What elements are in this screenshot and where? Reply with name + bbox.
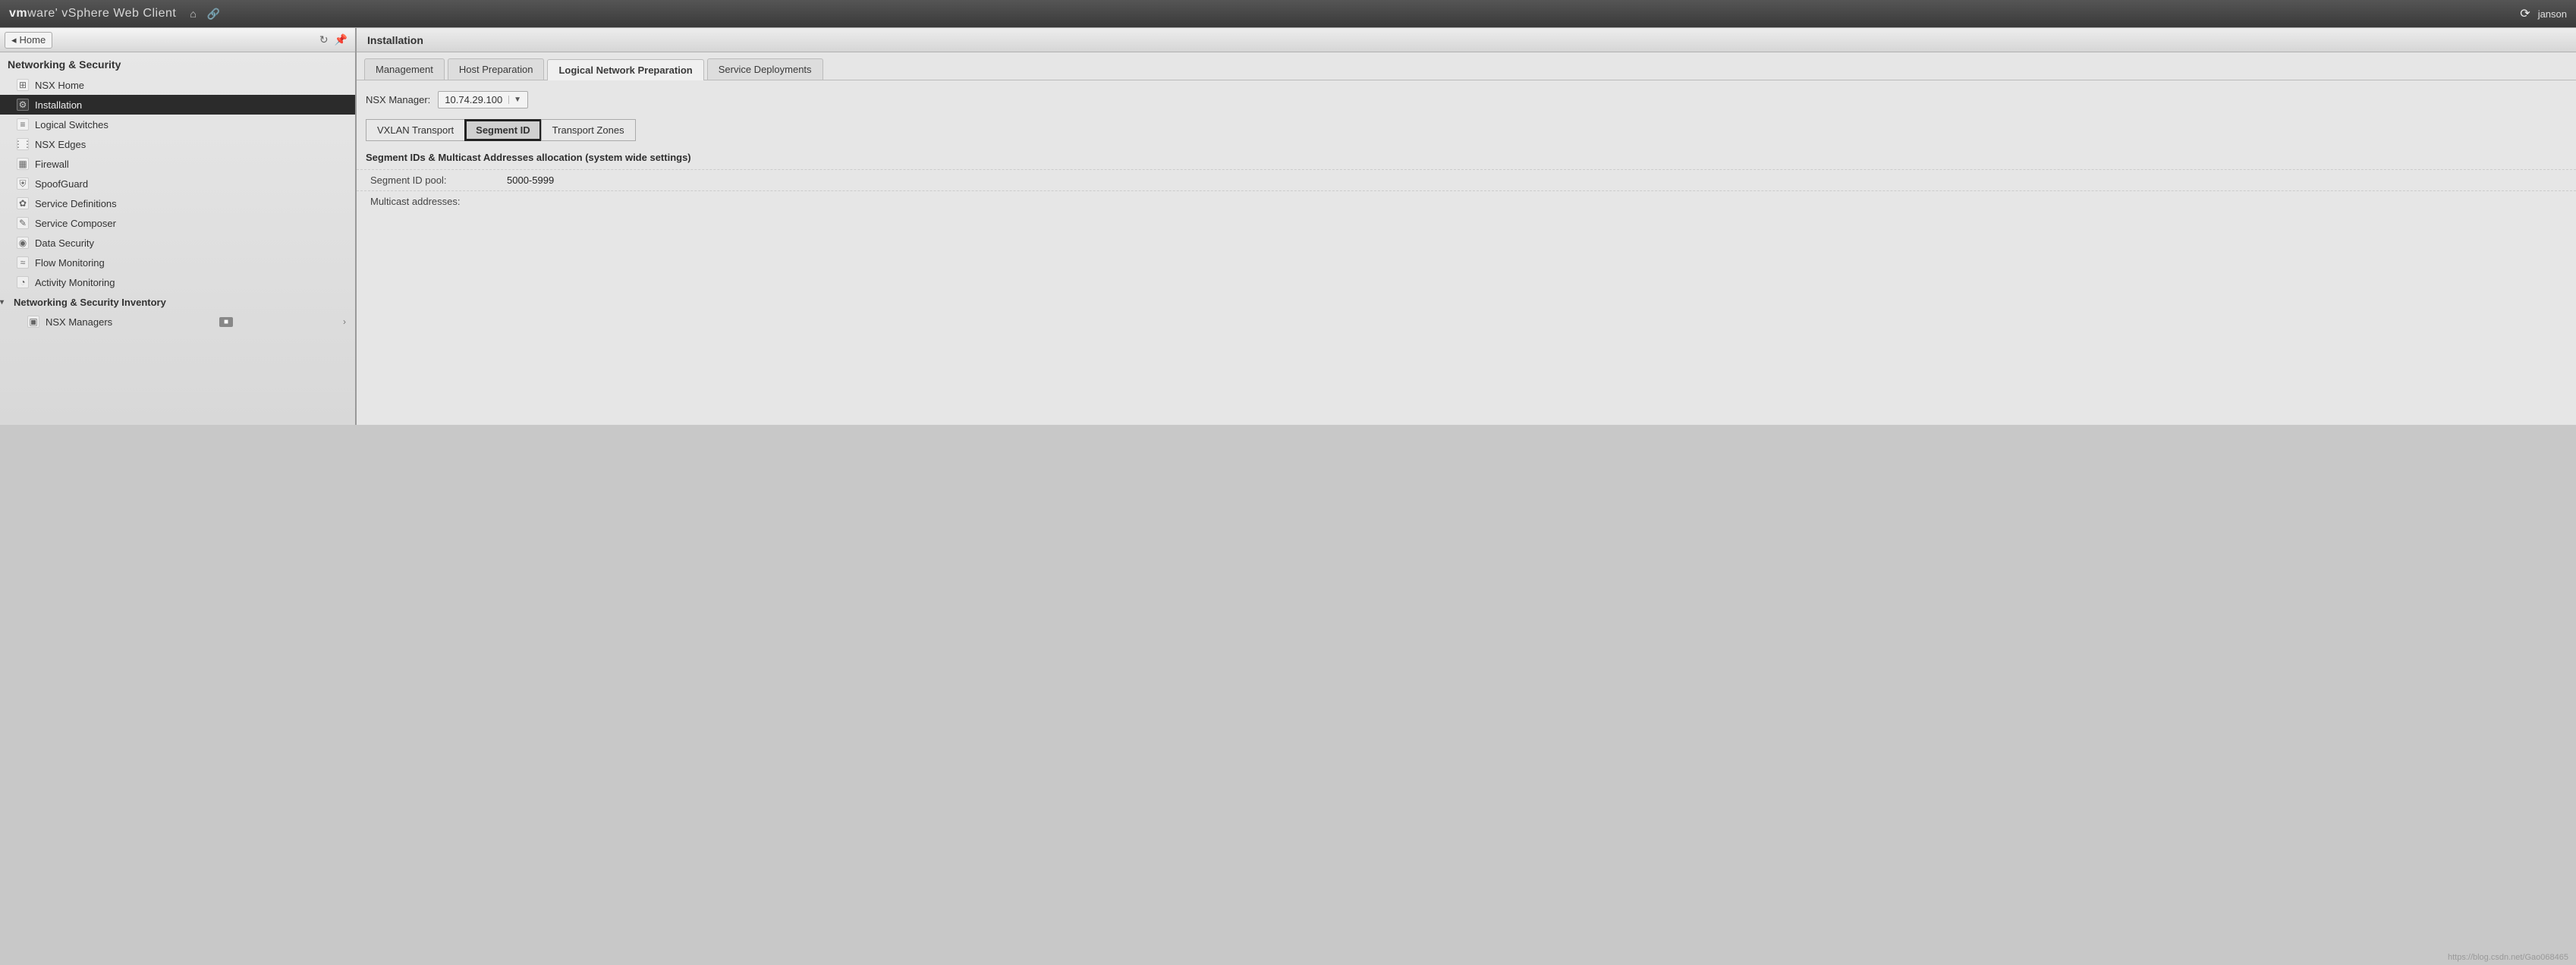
home-label: Home — [20, 34, 46, 46]
titlebar-icons: ⌂ 🔗 — [190, 8, 220, 20]
sidebar-section-title: Networking & Security — [0, 52, 355, 75]
nsx-manager-dropdown[interactable]: 10.74.29.100 ▼ — [438, 91, 528, 108]
main-area: ◂ Home ↻ 📌 Networking & Security ⊞ NSX H… — [0, 27, 2576, 425]
sidebar-item-label: Logical Switches — [35, 119, 109, 130]
edges-icon: ⋮⋮ — [17, 138, 29, 150]
pin-icon[interactable]: 📌 — [335, 33, 348, 46]
service-composer-icon: ✎ — [17, 217, 29, 229]
spoofguard-icon: ⛨ — [17, 178, 29, 190]
nsx-manager-row: NSX Manager: 10.74.29.100 ▼ — [357, 80, 2576, 119]
sidebar-item-label: Flow Monitoring — [35, 257, 105, 269]
link-icon[interactable]: 🔗 — [207, 8, 220, 20]
sidebar-item-service-composer[interactable]: ✎ Service Composer — [0, 213, 355, 233]
sidebar-item-spoofguard[interactable]: ⛨ SpoofGuard — [0, 174, 355, 193]
subtab-transport-zones[interactable]: Transport Zones — [541, 119, 636, 141]
activity-monitoring-icon: ◔ — [17, 276, 29, 288]
flow-monitoring-icon: ≈ — [17, 256, 29, 269]
sidebar-item-label: Data Security — [35, 237, 94, 249]
sidebar-item-label: Activity Monitoring — [35, 277, 115, 288]
row-multicast-addresses: Multicast addresses: — [357, 190, 2576, 212]
subtab-vxlan-transport[interactable]: VXLAN Transport — [366, 119, 465, 141]
nsx-managers-icon: ▣ — [27, 316, 39, 328]
home-back-button[interactable]: ◂ Home — [5, 32, 52, 49]
brand-logo: vmware' vSphere Web Client — [9, 7, 176, 20]
sidebar-item-label: Installation — [35, 99, 82, 111]
sidebar-item-inventory[interactable]: ▾ Networking & Security Inventory — [0, 292, 355, 312]
segment-id-pool-label: Segment ID pool: — [370, 174, 507, 186]
sidebar: ◂ Home ↻ 📌 Networking & Security ⊞ NSX H… — [0, 28, 357, 425]
content-pane: Installation Management Host Preparation… — [357, 28, 2576, 425]
segment-id-pool-value: 5000-5999 — [507, 174, 2562, 186]
sidebar-item-nsx-edges[interactable]: ⋮⋮ NSX Edges — [0, 134, 355, 154]
sidebar-header: ◂ Home ↻ 📌 — [0, 28, 355, 52]
subtab-segment-id[interactable]: Segment ID — [464, 119, 542, 141]
sidebar-item-activity-monitoring[interactable]: ◔ Activity Monitoring — [0, 272, 355, 292]
sidebar-item-label: Service Composer — [35, 218, 116, 229]
sidebar-item-label: Networking & Security Inventory — [14, 297, 166, 308]
tab-management[interactable]: Management — [364, 58, 445, 80]
content-tabs: Management Host Preparation Logical Netw… — [357, 52, 2576, 80]
sidebar-item-flow-monitoring[interactable]: ≈ Flow Monitoring — [0, 253, 355, 272]
nsx-home-icon: ⊞ — [17, 79, 29, 91]
sidebar-item-label: Service Definitions — [35, 198, 117, 209]
sidebar-item-label: NSX Managers — [46, 316, 112, 328]
nsx-manager-label: NSX Manager: — [366, 94, 430, 105]
sidebar-item-installation[interactable]: ⚙ Installation — [0, 95, 355, 115]
section-heading: Segment IDs & Multicast Addresses alloca… — [357, 141, 2576, 169]
tab-service-deployments[interactable]: Service Deployments — [707, 58, 823, 80]
tab-host-preparation[interactable]: Host Preparation — [448, 58, 545, 80]
user-label: janson — [2538, 8, 2567, 20]
chevron-left-icon: ◂ — [11, 34, 17, 46]
sidebar-item-label: NSX Edges — [35, 139, 86, 150]
watermark: https://blog.csdn.net/Gao068465 — [2448, 953, 2568, 962]
tab-logical-network-preparation[interactable]: Logical Network Preparation — [547, 59, 703, 80]
home-icon[interactable]: ⌂ — [190, 8, 196, 20]
row-segment-id-pool: Segment ID pool: 5000-5999 — [357, 169, 2576, 190]
service-def-icon: ✿ — [17, 197, 29, 209]
sidebar-item-nsx-managers[interactable]: ▣ NSX Managers ■ › — [0, 312, 355, 332]
installation-icon: ⚙ — [17, 99, 29, 111]
refresh-icon[interactable]: ⟳ — [2520, 6, 2530, 21]
sidebar-item-logical-switches[interactable]: ≡ Logical Switches — [0, 115, 355, 134]
history-icon[interactable]: ↻ — [319, 33, 329, 46]
tree-collapse-icon[interactable]: ▾ — [0, 298, 8, 306]
content-header: Installation — [357, 28, 2576, 52]
switch-icon: ≡ — [17, 118, 29, 130]
subtabs: VXLAN Transport Segment ID Transport Zon… — [357, 119, 2576, 141]
nsx-manager-value: 10.74.29.100 — [445, 94, 502, 105]
data-security-icon: ◉ — [17, 237, 29, 249]
sidebar-item-label: SpoofGuard — [35, 178, 88, 190]
chevron-down-icon: ▼ — [508, 96, 521, 104]
nsx-managers-badge: ■ — [219, 317, 233, 327]
firewall-icon: ▦ — [17, 158, 29, 170]
multicast-addresses-label: Multicast addresses: — [370, 196, 507, 207]
sidebar-item-label: Firewall — [35, 159, 69, 170]
titlebar: vmware' vSphere Web Client ⌂ 🔗 ⟳ janson — [0, 0, 2576, 27]
sidebar-item-label: NSX Home — [35, 80, 84, 91]
sidebar-item-firewall[interactable]: ▦ Firewall — [0, 154, 355, 174]
multicast-addresses-value — [507, 196, 2562, 207]
chevron-right-icon: › — [343, 316, 346, 327]
sidebar-item-nsx-home[interactable]: ⊞ NSX Home — [0, 75, 355, 95]
sidebar-item-data-security[interactable]: ◉ Data Security — [0, 233, 355, 253]
sidebar-item-service-definitions[interactable]: ✿ Service Definitions — [0, 193, 355, 213]
app-root: vmware' vSphere Web Client ⌂ 🔗 ⟳ janson … — [0, 0, 2576, 425]
